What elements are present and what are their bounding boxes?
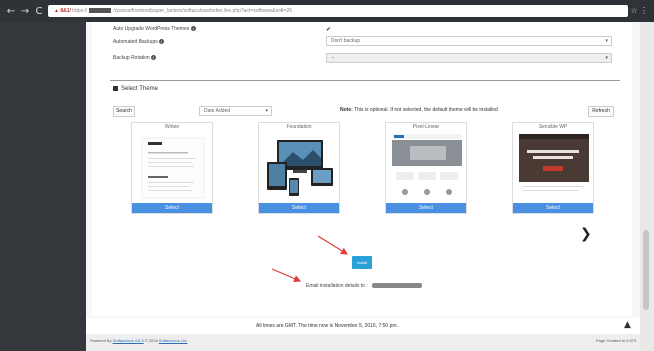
annotation-arrows: [271, 235, 349, 282]
arrow-to-email: [271, 268, 302, 282]
softaculous-link[interactable]: Softaculous 4.8.3: [113, 338, 144, 343]
softaculous-ltd-link[interactable]: Softaculous Ltd.: [159, 338, 188, 343]
arrow-to-install: [317, 235, 349, 255]
server-time-message: All times are GMT. The time now is Novem…: [256, 323, 398, 329]
copyright-prefix: © 2016: [143, 338, 159, 343]
page-created-time: Page Created In 0.073: [596, 338, 637, 343]
scroll-to-top-icon[interactable]: ▲: [624, 320, 631, 330]
powered-prefix: Powered By: [90, 338, 113, 343]
powered-by: Powered By Softaculous 4.8.3 © 2016 Soft…: [90, 338, 187, 343]
